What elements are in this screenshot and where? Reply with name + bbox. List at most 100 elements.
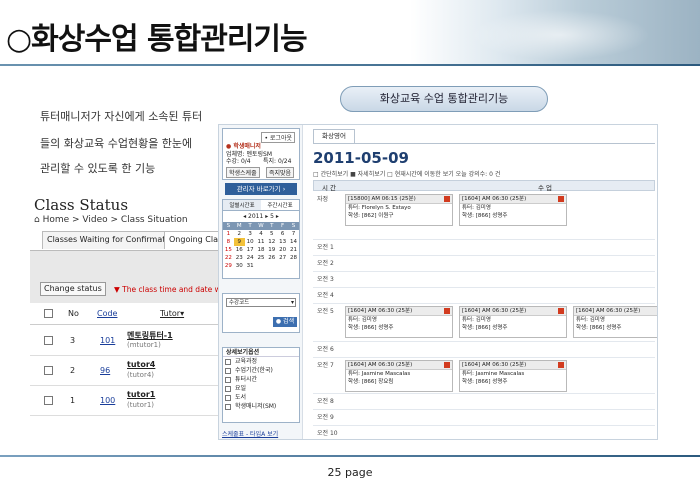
tab-ongoing[interactable]: Ongoing Clas [164, 231, 220, 249]
calendar-day[interactable]: 23 [234, 254, 245, 262]
option-item[interactable]: 교육과정 [223, 357, 299, 366]
calendar-day[interactable]: 21 [288, 246, 299, 254]
slot-tutor[interactable]: 튜터: 김미영 [574, 316, 657, 324]
calendar-day[interactable]: 5 [266, 230, 277, 238]
course-code-select[interactable]: 수강코드 [226, 298, 296, 307]
slot-student[interactable]: 학생: [866] 장요림 [346, 378, 452, 386]
select-all-checkbox[interactable] [44, 309, 53, 318]
class-status-tabs: Classes Waiting for Confirmation Ongoing… [30, 229, 220, 251]
option-item[interactable]: 수업기간(한국) [223, 366, 299, 375]
calendar-day[interactable]: 10 [245, 238, 256, 246]
day-name: S [226, 223, 231, 229]
class-slot[interactable]: [1604] AM 06:30 (25분) 튜터: 김미영 학생: [866] 성명… [345, 306, 453, 338]
calendar-day[interactable]: 12 [266, 238, 277, 246]
row-tutor[interactable]: tutor1 [127, 390, 155, 399]
schedule-type-link[interactable]: 스케줄표 - 타입A 보기 [222, 429, 278, 438]
calendar-day[interactable]: 6 [277, 230, 288, 238]
header-tutor[interactable]: Tutor▾ [160, 309, 184, 318]
calendar-day[interactable]: 13 [277, 238, 288, 246]
calendar-day[interactable]: 27 [277, 254, 288, 262]
slot-tutor[interactable]: 튜터: Jasmine Mascalas [346, 370, 452, 378]
option-item[interactable]: 학생매니저(SM) [223, 402, 299, 411]
tab-video-english[interactable]: 화상영어 [313, 129, 355, 143]
header-class: 수 업 [538, 184, 553, 192]
class-slot[interactable]: [1604] AM 06:30 (25분) 튜터: 김미영 학생: [866] 성명… [459, 306, 567, 338]
calendar-day[interactable]: 2 [234, 230, 245, 238]
row-tutor[interactable]: 멘토링튜터-1 [127, 330, 173, 341]
calendar-day[interactable]: 29 [223, 262, 234, 270]
row-no: 3 [70, 336, 76, 345]
calendar-day[interactable]: 22 [223, 254, 234, 262]
class-slot[interactable]: [1604] AM 06:30 (25분) 튜터: Jasmine Mascala… [459, 360, 567, 392]
option-item[interactable]: 도서 [223, 393, 299, 402]
close-icon[interactable] [558, 196, 564, 202]
close-icon[interactable] [558, 362, 564, 368]
calendar-day[interactable]: 15 [223, 246, 234, 254]
header-code[interactable]: Code [97, 309, 117, 318]
slot-student[interactable]: 학생: [862] 이원구 [346, 212, 452, 220]
slot-tutor[interactable]: 튜터: 김미영 [460, 316, 566, 324]
header-rule [0, 64, 700, 66]
calendar-day[interactable]: 25 [256, 254, 267, 262]
calendar-day[interactable]: 14 [288, 238, 299, 246]
calendar-day[interactable]: 11 [256, 238, 267, 246]
option-item[interactable]: 요일 [223, 384, 299, 393]
calendar-day[interactable]: 16 [234, 246, 245, 254]
calendar-week: 22 23 24 25 26 27 28 [223, 254, 299, 262]
calendar-day[interactable]: 28 [288, 254, 299, 262]
class-slot[interactable]: [1604] AM 06:30 (25분) 튜터: Jasmine Mascala… [345, 360, 453, 392]
admin-shortcut-button[interactable]: 관리자 바로가기 › [225, 183, 297, 195]
change-status-button[interactable]: Change status [40, 282, 106, 296]
close-icon[interactable] [444, 362, 450, 368]
close-icon[interactable] [444, 308, 450, 314]
slot-student[interactable]: 학생: [866] 성명주 [460, 212, 566, 220]
calendar-day[interactable]: 4 [256, 230, 267, 238]
tab-daily[interactable]: 일별시간표 [223, 200, 261, 210]
calendar-day[interactable]: 17 [245, 246, 256, 254]
slot-header: [1604] AM 06:30 (25분) [460, 307, 566, 316]
slot-tutor[interactable]: 튜터: Jasmine Mascalas [460, 370, 566, 378]
slot-student[interactable]: 학생: [866] 성명주 [346, 324, 452, 332]
student-schedule-button[interactable]: 학생스케줄 [226, 167, 260, 178]
calendar-day[interactable]: 20 [277, 246, 288, 254]
calendar-day[interactable]: 3 [245, 230, 256, 238]
class-slot[interactable]: [1604] AM 06:30 (25분) 튜터: 김미영 학생: [866] 성명… [459, 194, 567, 226]
slot-student[interactable]: 학생: [866] 성명주 [574, 324, 657, 332]
calendar-day[interactable]: 26 [266, 254, 277, 262]
slot-student[interactable]: 학생: [866] 성명주 [460, 378, 566, 386]
calendar-day[interactable]: 7 [288, 230, 299, 238]
slot-tutor[interactable]: 튜터: 김미영 [346, 316, 452, 324]
search-button[interactable]: ● 검색 [273, 317, 297, 327]
slot-tutor[interactable]: 튜터: 김미영 [460, 204, 566, 212]
class-slot[interactable]: [1604] AM 06:30 (25분) 튜터: 김미영 학생: [866] 성명… [573, 306, 657, 338]
row-tutor[interactable]: tutor4 [127, 360, 155, 369]
row-code[interactable]: 96 [100, 366, 110, 375]
view-mode-options[interactable]: □ 간단히보기 ■ 자세히보기 □ 현재시간에 이동한 보기 오늘 강의수: 0… [313, 169, 500, 178]
calendar-month[interactable]: ◂ 2011 ▸ 5 ▸ [223, 213, 299, 220]
slot-tutor[interactable]: 튜터: Florelyn S. Estayo [346, 204, 452, 212]
calendar-day-selected[interactable]: 9 [233, 238, 245, 246]
row-code[interactable]: 101 [100, 336, 115, 345]
calendar-day[interactable]: 24 [245, 254, 256, 262]
calendar-day[interactable]: 18 [256, 246, 267, 254]
row-checkbox[interactable] [44, 366, 53, 375]
time-row: 오전 10 [313, 426, 655, 439]
calendar-day[interactable]: 1 [223, 230, 234, 238]
row-checkbox[interactable] [44, 396, 53, 405]
time-label: 오전 7 [317, 362, 334, 369]
class-slot[interactable]: [15800] AM 06:15 (25분) 튜터: Florelyn S. Es… [345, 194, 453, 226]
close-icon[interactable] [444, 196, 450, 202]
logout-button[interactable]: • 로그아웃 [261, 132, 295, 143]
slot-student[interactable]: 학생: [866] 성명주 [460, 324, 566, 332]
row-checkbox[interactable] [44, 336, 53, 345]
calendar-day[interactable]: 19 [266, 246, 277, 254]
row-code[interactable]: 100 [100, 396, 115, 405]
option-item[interactable]: 튜터시간 [223, 375, 299, 384]
calendar-day[interactable]: 30 [234, 262, 245, 270]
tab-waiting[interactable]: Classes Waiting for Confirmation [42, 231, 183, 249]
calendar-day[interactable]: 8 [223, 238, 234, 246]
close-icon[interactable] [558, 308, 564, 314]
tab-weekly[interactable]: 주간시간표 [261, 200, 299, 210]
confirm-button[interactable]: 즉지맞음 [266, 167, 295, 178]
calendar-day[interactable]: 31 [245, 262, 256, 270]
